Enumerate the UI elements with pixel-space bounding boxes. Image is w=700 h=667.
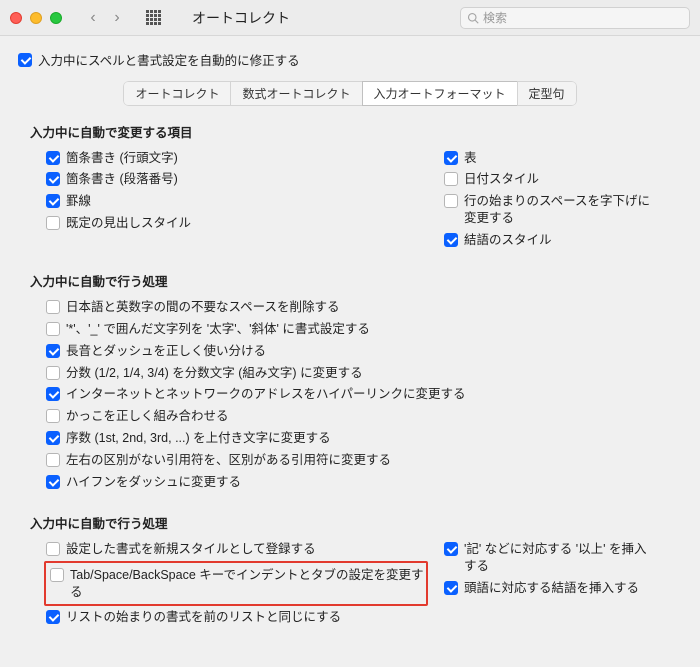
- apply1-label-0: 日本語と英数字の間の不要なスペースを削除する: [66, 299, 340, 316]
- section-heading-apply2: 入力中に自動で行う処理: [30, 513, 670, 532]
- apply2-left-label-2: リストの始まりの書式を前のリストと同じにする: [66, 609, 341, 626]
- apps-grid-icon[interactable]: [146, 10, 162, 26]
- replace-right-item-3[interactable]: 結語のスタイル: [428, 230, 658, 252]
- titlebar: ‹ › オートコレクト 検索: [0, 0, 700, 36]
- replace-right-item-2[interactable]: 行の始まりのスペースを字下げに変更する: [428, 191, 658, 230]
- replace-left-item-3[interactable]: 既定の見出しスタイル: [30, 213, 428, 235]
- apply1-label-3: 分数 (1/2, 1/4, 3/4) を分数文字 (組み文字) に変更する: [66, 365, 363, 382]
- apply1-checkbox-2[interactable]: [46, 344, 60, 358]
- search-icon: [467, 12, 479, 24]
- apply2-left-item-2[interactable]: リストの始まりの書式を前のリストと同じにする: [30, 607, 428, 629]
- replace-right-checkbox-2[interactable]: [444, 194, 458, 208]
- apply2-left-label-1: Tab/Space/BackSpace キーでインデントとタブの設定を変更する: [70, 567, 424, 601]
- apply1-label-5: かっこを正しく組み合わせる: [66, 408, 229, 425]
- minimize-window-button[interactable]: [30, 12, 42, 24]
- apply2-right-checkbox-1[interactable]: [444, 581, 458, 595]
- section-heading-apply1: 入力中に自動で行う処理: [30, 271, 670, 290]
- apply1-label-2: 長音とダッシュを正しく使い分ける: [66, 343, 266, 360]
- apply1-checkbox-8[interactable]: [46, 475, 60, 489]
- apply1-item-6[interactable]: 序数 (1st, 2nd, 3rd, ...) を上付き文字に変更する: [30, 428, 670, 450]
- apply1-label-1: '*'、'_' で囲んだ文字列を '太字'、'斜体' に書式設定する: [66, 321, 370, 338]
- apply1-checkbox-4[interactable]: [46, 387, 60, 401]
- replace-right-label-1: 日付スタイル: [464, 171, 539, 188]
- tab-3[interactable]: 定型句: [517, 81, 577, 106]
- tab-0[interactable]: オートコレクト: [123, 81, 231, 106]
- replace-left-item-2[interactable]: 罫線: [30, 191, 428, 213]
- apply1-item-2[interactable]: 長音とダッシュを正しく使い分ける: [30, 340, 670, 362]
- forward-button[interactable]: ›: [108, 9, 126, 27]
- replace-left-label-2: 罫線: [66, 193, 91, 210]
- apply1-checkbox-0[interactable]: [46, 300, 60, 314]
- section-heading-replace: 入力中に自動で変更する項目: [30, 122, 670, 141]
- apply2-right-item-1[interactable]: 頭語に対応する結語を挿入する: [428, 577, 658, 599]
- close-window-button[interactable]: [10, 12, 22, 24]
- replace-right-label-3: 結語のスタイル: [464, 232, 552, 249]
- apply2-left-checkbox-1[interactable]: [50, 568, 64, 582]
- tab-bar: オートコレクト数式オートコレクト入力オートフォーマット定型句: [16, 77, 684, 116]
- window-controls: [10, 12, 62, 24]
- window-title: オートコレクト: [192, 8, 290, 28]
- apply1-checkbox-1[interactable]: [46, 322, 60, 336]
- replace-right-checkbox-0[interactable]: [444, 151, 458, 165]
- replace-right-item-1[interactable]: 日付スタイル: [428, 169, 658, 191]
- replace-right-checkbox-3[interactable]: [444, 233, 458, 247]
- apply1-item-7[interactable]: 左右の区別がない引用符を、区別がある引用符に変更する: [30, 450, 670, 472]
- replace-left-item-0[interactable]: 箇条書き (行頭文字): [30, 147, 428, 169]
- master-label: 入力中にスペルと書式設定を自動的に修正する: [38, 50, 300, 69]
- nav-buttons: ‹ ›: [84, 9, 126, 27]
- back-button[interactable]: ‹: [84, 9, 102, 27]
- replace-right-item-0[interactable]: 表: [428, 147, 658, 169]
- replace-left-label-3: 既定の見出しスタイル: [66, 215, 191, 232]
- replace-left-checkbox-1[interactable]: [46, 172, 60, 186]
- apply1-checkbox-7[interactable]: [46, 453, 60, 467]
- replace-left-checkbox-3[interactable]: [46, 216, 60, 230]
- apply1-checkbox-3[interactable]: [46, 366, 60, 380]
- tab-1[interactable]: 数式オートコレクト: [230, 81, 362, 106]
- apply2-left-checkbox-2[interactable]: [46, 610, 60, 624]
- replace-right-label-2: 行の始まりのスペースを字下げに変更する: [464, 193, 658, 227]
- apply1-item-1[interactable]: '*'、'_' で囲んだ文字列を '太字'、'斜体' に書式設定する: [30, 318, 670, 340]
- apply1-item-0[interactable]: 日本語と英数字の間の不要なスペースを削除する: [30, 296, 670, 318]
- apply2-left-item-0[interactable]: 設定した書式を新規スタイルとして登録する: [30, 538, 428, 560]
- apply2-left-checkbox-0[interactable]: [46, 542, 60, 556]
- apply2-right-item-0[interactable]: '記' などに対応する '以上' を挿入する: [428, 538, 658, 577]
- replace-right-checkbox-1[interactable]: [444, 172, 458, 186]
- apply2-right-label-0: '記' などに対応する '以上' を挿入する: [464, 541, 658, 575]
- apply1-item-8[interactable]: ハイフンをダッシュに変更する: [30, 471, 670, 493]
- apply1-label-8: ハイフンをダッシュに変更する: [66, 474, 241, 491]
- replace-left-label-0: 箇条書き (行頭文字): [66, 150, 178, 167]
- apply1-item-3[interactable]: 分数 (1/2, 1/4, 3/4) を分数文字 (組み文字) に変更する: [30, 362, 670, 384]
- apply1-label-7: 左右の区別がない引用符を、区別がある引用符に変更する: [66, 452, 391, 469]
- replace-left-checkbox-2[interactable]: [46, 194, 60, 208]
- apply1-checkbox-6[interactable]: [46, 431, 60, 445]
- apply2-right-label-1: 頭語に対応する結語を挿入する: [464, 580, 639, 597]
- search-placeholder: 検索: [483, 9, 507, 26]
- replace-right-label-0: 表: [464, 150, 477, 167]
- replace-left-checkbox-0[interactable]: [46, 151, 60, 165]
- replace-left-label-1: 箇条書き (段落番号): [66, 171, 178, 188]
- settings-panel: オートコレクト数式オートコレクト入力オートフォーマット定型句 入力中に自動で変更…: [16, 77, 684, 657]
- apply2-right-checkbox-0[interactable]: [444, 542, 458, 556]
- master-checkbox-row[interactable]: 入力中にスペルと書式設定を自動的に修正する: [18, 50, 684, 69]
- tab-2[interactable]: 入力オートフォーマット: [362, 81, 518, 106]
- apply1-item-4[interactable]: インターネットとネットワークのアドレスをハイパーリンクに変更する: [30, 384, 670, 406]
- apply2-left-item-1[interactable]: Tab/Space/BackSpace キーでインデントとタブの設定を変更する: [48, 564, 424, 603]
- master-checkbox[interactable]: [18, 53, 32, 67]
- search-field[interactable]: 検索: [460, 7, 690, 29]
- apply1-label-6: 序数 (1st, 2nd, 3rd, ...) を上付き文字に変更する: [66, 430, 331, 447]
- apply1-item-5[interactable]: かっこを正しく組み合わせる: [30, 406, 670, 428]
- apply1-label-4: インターネットとネットワークのアドレスをハイパーリンクに変更する: [66, 386, 466, 403]
- apply2-left-label-0: 設定した書式を新規スタイルとして登録する: [66, 541, 316, 558]
- zoom-window-button[interactable]: [50, 12, 62, 24]
- apply1-checkbox-5[interactable]: [46, 409, 60, 423]
- replace-left-item-1[interactable]: 箇条書き (段落番号): [30, 169, 428, 191]
